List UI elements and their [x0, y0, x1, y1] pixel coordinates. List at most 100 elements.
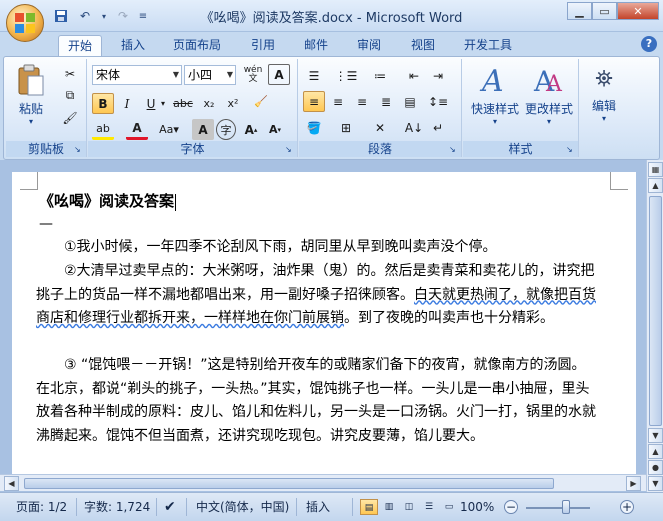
justify-icon[interactable]: ≣ [375, 91, 397, 112]
tab-insert[interactable]: 插入 [110, 35, 156, 56]
clipboard-group: 粘贴 ▾ ✂ ⧉ 🖌 剪贴板 ↘ [6, 59, 87, 157]
proofing-icon[interactable]: ✔ [164, 499, 176, 515]
font-size-combo[interactable]: 小四 ▼ [184, 65, 236, 85]
vertical-scrollbar[interactable]: ▦ ▲ ▼ ▲ ● ▼ [646, 160, 663, 492]
previous-page-icon[interactable]: ▲ [648, 444, 663, 459]
undo-dropdown-icon[interactable]: ▾ [100, 7, 108, 25]
paste-button[interactable]: 粘贴 ▾ [12, 63, 50, 126]
full-screen-reading-icon[interactable]: ▥ [380, 499, 398, 515]
scroll-left-icon[interactable]: ◀ [4, 476, 19, 491]
horizontal-scroll-thumb[interactable] [24, 478, 554, 489]
dash-line: — [39, 216, 53, 232]
ruler-toggle-icon[interactable]: ▦ [648, 162, 663, 177]
redo-icon[interactable]: ↷ [114, 7, 132, 25]
language-status[interactable]: 中文(简体，中国) [196, 499, 289, 515]
customize-qat-icon[interactable]: ≡ [138, 7, 148, 25]
insert-mode[interactable]: 插入 [306, 499, 330, 515]
scroll-right-icon[interactable]: ▶ [626, 476, 641, 491]
help-icon[interactable]: ? [641, 36, 657, 52]
draft-view-icon[interactable]: ▭ [440, 499, 458, 515]
increase-indent-icon[interactable]: ⇥ [427, 65, 449, 86]
styles-launcher-icon[interactable]: ↘ [566, 145, 575, 154]
chinese-layout-icon[interactable]: ✕ [369, 117, 391, 138]
shrink-font-icon[interactable]: A ▾ [264, 119, 286, 140]
paragraph-launcher-icon[interactable]: ↘ [449, 145, 458, 154]
format-painter-icon[interactable]: 🖌 [59, 107, 81, 128]
page-count[interactable]: 页面: 1/2 [16, 499, 67, 515]
character-border-button[interactable]: A [268, 64, 290, 85]
word-count[interactable]: 字数: 1,724 [84, 499, 150, 515]
tab-mailings[interactable]: 邮件 [293, 35, 339, 56]
office-button[interactable] [6, 4, 44, 42]
quick-styles-button[interactable]: A 快速样式 ▾ [467, 63, 523, 126]
clear-formatting-icon[interactable]: 🧹 [250, 91, 272, 112]
close-button[interactable]: ✕ [617, 2, 659, 20]
paste-dropdown-icon[interactable]: ▾ [12, 117, 50, 126]
align-left-icon[interactable]: ≡ [303, 91, 325, 112]
distributed-icon[interactable]: ▤ [399, 91, 421, 112]
save-icon[interactable] [52, 7, 70, 25]
underline-dropdown-icon[interactable]: ▾ [158, 93, 168, 114]
change-styles-button[interactable]: AA 更改样式 ▾ [521, 63, 577, 126]
divider [186, 498, 187, 516]
undo-icon[interactable]: ↶ [76, 7, 94, 25]
bold-button[interactable]: B [92, 93, 114, 114]
zoom-in-icon[interactable]: + [620, 500, 634, 514]
decrease-indent-icon[interactable]: ⇤ [403, 65, 425, 86]
font-name-value: 宋体 [96, 68, 121, 82]
chevron-down-icon: ▼ [226, 70, 233, 79]
font-launcher-icon[interactable]: ↘ [285, 145, 294, 154]
cut-icon[interactable]: ✂ [59, 63, 81, 84]
scroll-down-icon[interactable]: ▼ [648, 428, 663, 443]
editing-button[interactable]: ⛯ 编辑 ▾ [584, 63, 624, 123]
web-layout-icon[interactable]: ◫ [400, 499, 418, 515]
change-case-button[interactable]: Aa▾ [158, 119, 180, 140]
zoom-level[interactable]: 100% [460, 499, 494, 515]
zoom-out-icon[interactable]: − [504, 500, 518, 514]
superscript-button[interactable]: x² [222, 93, 244, 114]
tab-view[interactable]: 视图 [400, 35, 446, 56]
grow-font-icon[interactable]: A ▴ [240, 119, 262, 140]
highlight-icon[interactable]: ab [92, 119, 114, 140]
copy-icon[interactable]: ⧉ [59, 85, 81, 106]
document-page[interactable]: 《吆喝》阅读及答案 — ①我小时候，一年四季不论刮风下雨，胡同里从早到晚叫卖声没… [12, 172, 636, 478]
outline-view-icon[interactable]: ☰ [420, 499, 438, 515]
sort-icon[interactable]: A↓ [403, 117, 425, 138]
print-layout-view-icon[interactable]: ▤ [360, 499, 378, 515]
bullets-icon[interactable]: ☰ [303, 65, 325, 86]
tab-home[interactable]: 开始 [58, 35, 102, 56]
enclose-characters-icon[interactable]: 字 [216, 119, 236, 140]
strikethrough-button[interactable]: abc [172, 93, 194, 114]
show-marks-icon[interactable]: ↵ [427, 117, 449, 138]
paragraph-group-label: 段落 [299, 141, 461, 157]
character-shading-icon[interactable]: A [192, 119, 214, 140]
italic-button[interactable]: I [116, 93, 138, 114]
subscript-button[interactable]: x₂ [198, 93, 220, 114]
tab-page-layout[interactable]: 页面布局 [164, 35, 230, 56]
horizontal-scrollbar[interactable]: ◀ ▶ [0, 474, 646, 491]
numbering-icon[interactable]: ⋮☰ [335, 65, 358, 86]
font-name-combo[interactable]: 宋体 ▼ [92, 65, 182, 85]
scroll-up-icon[interactable]: ▲ [648, 178, 663, 193]
tab-developer[interactable]: 开发工具 [455, 35, 521, 56]
align-right-icon[interactable]: ≡ [351, 91, 373, 112]
font-color-icon[interactable]: A [126, 119, 148, 140]
line-spacing-icon[interactable]: ↕≡ [427, 91, 449, 112]
select-browse-object-icon[interactable]: ● [648, 460, 663, 475]
clipboard-launcher-icon[interactable]: ↘ [74, 145, 83, 154]
align-center-icon[interactable]: ≡ [327, 91, 349, 112]
paragraph-2-text-b: 。到了夜晚的叫卖声也十分精彩。 [344, 310, 554, 326]
maximize-button[interactable]: ▭ [592, 2, 617, 20]
window-controls: ▁ ▭ ✕ [567, 2, 659, 20]
shading-icon[interactable]: 🪣 [303, 117, 325, 138]
zoom-slider-track[interactable] [526, 507, 590, 509]
multilevel-list-icon[interactable]: ≔ [369, 65, 391, 86]
phonetic-guide-button[interactable]: wén 文 [242, 64, 264, 85]
borders-icon[interactable]: ⊞ [335, 117, 357, 138]
vertical-scroll-thumb[interactable] [649, 196, 662, 426]
zoom-slider-thumb[interactable] [562, 500, 570, 514]
tab-references[interactable]: 引用 [240, 35, 286, 56]
tab-review[interactable]: 审阅 [346, 35, 392, 56]
next-page-icon[interactable]: ▼ [648, 476, 663, 491]
minimize-button[interactable]: ▁ [567, 2, 592, 20]
